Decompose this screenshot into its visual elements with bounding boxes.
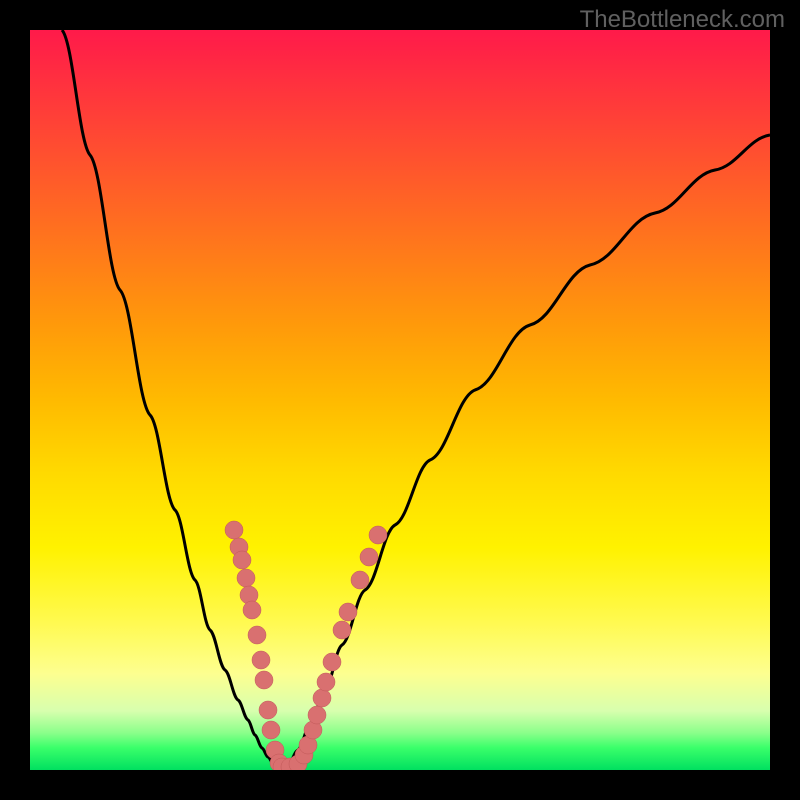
left-curve: [62, 30, 280, 770]
data-dot: [262, 721, 280, 739]
curve-svg: [30, 30, 770, 770]
data-dot: [255, 671, 273, 689]
right-curve: [280, 135, 770, 770]
data-dot: [252, 651, 270, 669]
data-dot: [360, 548, 378, 566]
plot-area: [30, 30, 770, 770]
data-dot: [313, 689, 331, 707]
watermark-text: TheBottleneck.com: [580, 6, 785, 34]
data-dot: [351, 571, 369, 589]
data-dot: [259, 701, 277, 719]
data-dot: [225, 521, 243, 539]
data-dots: [225, 521, 387, 770]
data-dot: [317, 673, 335, 691]
data-dot: [333, 621, 351, 639]
data-dot: [237, 569, 255, 587]
data-dot: [243, 601, 261, 619]
data-dot: [233, 551, 251, 569]
data-dot: [248, 626, 266, 644]
data-dot: [308, 706, 326, 724]
data-dot: [323, 653, 341, 671]
data-dot: [369, 526, 387, 544]
data-dot: [339, 603, 357, 621]
